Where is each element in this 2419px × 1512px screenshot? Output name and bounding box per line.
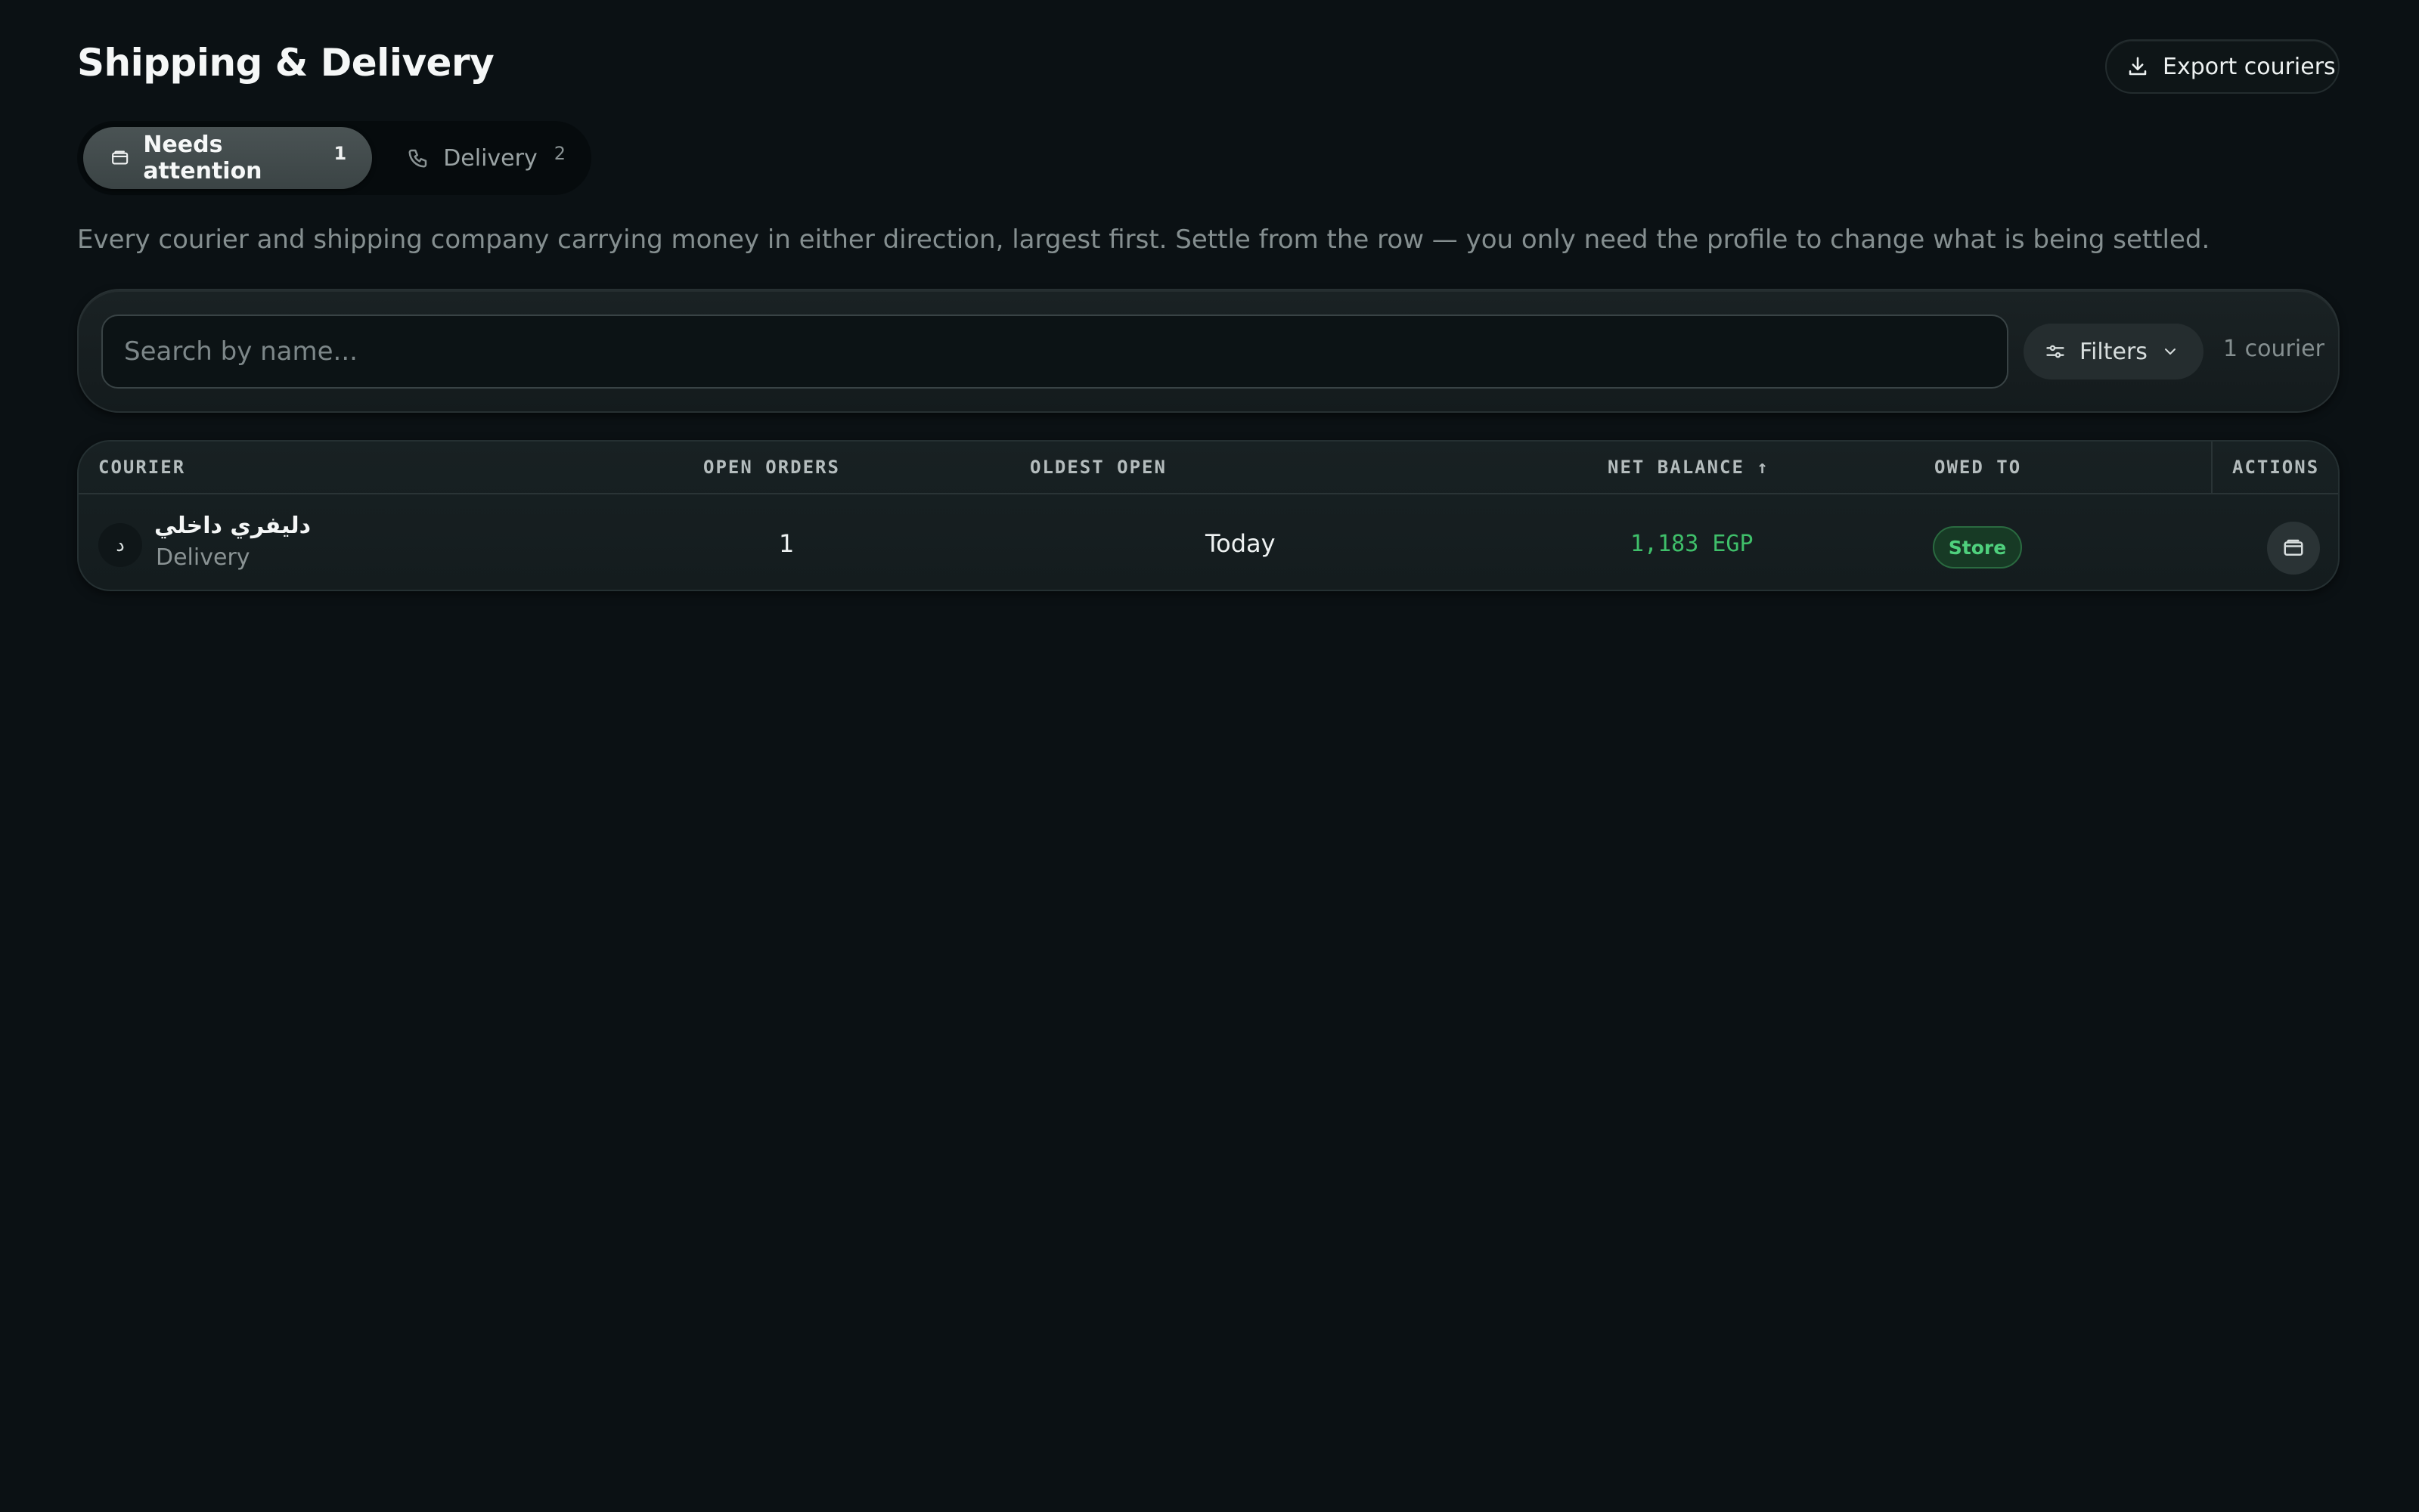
column-header-open-orders[interactable]: OPEN ORDERS — [703, 457, 840, 478]
tab-delivery[interactable]: Delivery 2 — [380, 127, 591, 189]
tab-bar: Needs attention 1 Delivery 2 — [77, 121, 591, 195]
download-icon — [2129, 57, 2147, 76]
page-title: Shipping & Delivery — [77, 41, 495, 85]
page: Shipping & Delivery Export couriers Need… — [0, 0, 2419, 1512]
owed-to-badge: Store — [1933, 526, 2022, 569]
sliders-icon — [2046, 345, 2064, 358]
chevron-down-icon — [2164, 349, 2176, 355]
wallet-icon — [2284, 539, 2303, 556]
table-row[interactable]: د دليفري داخلي Delivery 1 Today 1,183 EG… — [79, 496, 2338, 590]
column-header-net-balance[interactable]: NET BALANCE ↑ — [1608, 457, 1769, 478]
wallet-icon — [112, 150, 129, 165]
result-count: 1 courier — [2223, 336, 2324, 362]
column-header-owed-to[interactable]: OWED TO — [1934, 457, 2021, 478]
column-header-courier[interactable]: COURIER — [98, 457, 185, 478]
column-divider — [2211, 442, 2213, 494]
tab-delivery-count: 2 — [554, 143, 566, 164]
page-description: Every courier and shipping company carry… — [77, 225, 2210, 255]
tab-delivery-label: Delivery — [443, 144, 538, 172]
search-panel: Filters 1 courier — [77, 289, 2340, 413]
tab-needs-attention[interactable]: Needs attention 1 — [83, 127, 373, 189]
courier-name[interactable]: دليفري داخلي — [154, 513, 311, 539]
column-header-actions: ACTIONS — [2232, 457, 2320, 478]
tab-needs-attention-label: Needs attention — [143, 132, 262, 184]
export-couriers-button[interactable]: Export couriers — [2105, 39, 2340, 94]
courier-type: Delivery — [156, 544, 250, 571]
couriers-table: COURIER OPEN ORDERS OLDEST OPEN NET BALA… — [77, 440, 2340, 591]
table-header: COURIER OPEN ORDERS OLDEST OPEN NET BALA… — [79, 442, 2338, 494]
settle-button[interactable] — [2267, 522, 2320, 575]
column-header-oldest-open[interactable]: OLDEST OPEN — [1030, 457, 1167, 478]
search-input[interactable] — [101, 314, 2008, 389]
export-couriers-label: Export couriers — [2163, 53, 2336, 80]
net-balance-value: 1,183 EGP — [1630, 531, 1754, 557]
phone-icon — [408, 149, 427, 168]
tab-needs-attention-count: 1 — [333, 143, 347, 164]
filters-button[interactable]: Filters — [2024, 324, 2203, 380]
avatar: د — [98, 523, 142, 567]
filters-label: Filters — [2079, 338, 2148, 365]
oldest-open-value: Today — [1205, 529, 1276, 558]
open-orders-value: 1 — [779, 529, 795, 558]
